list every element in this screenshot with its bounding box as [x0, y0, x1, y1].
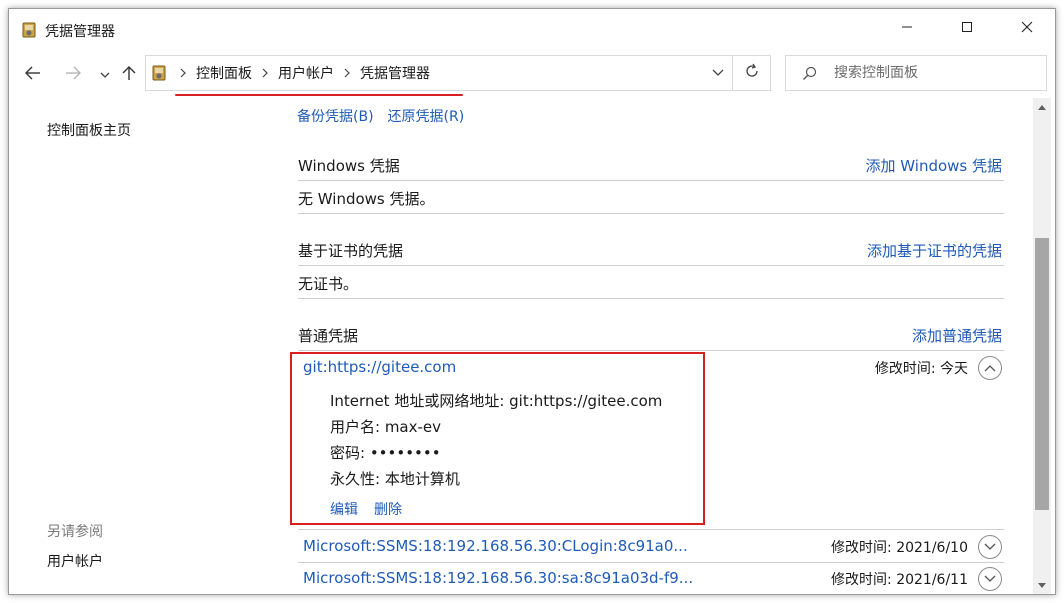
window-title: 凭据管理器 [45, 24, 115, 40]
recent-locations-button[interactable] [93, 63, 117, 87]
no-windows-credentials-text: 无 Windows 凭据。 [298, 190, 435, 208]
add-windows-credential-link[interactable]: 添加 Windows 凭据 [866, 155, 1003, 176]
credential-modified-time: 修改时间: 今天 [874, 361, 968, 377]
chevron-down-icon [984, 571, 996, 587]
divider [298, 213, 1004, 214]
add-generic-credential-link[interactable]: 添加普通凭据 [912, 325, 1002, 346]
breadcrumb-control-panel[interactable]: 控制面板 [194, 63, 254, 83]
back-button[interactable] [21, 63, 45, 87]
credential-manager-icon [22, 22, 36, 38]
certificate-credentials-heading: 基于证书的凭据 [298, 242, 404, 260]
refresh-icon [744, 63, 760, 83]
chevron-up-icon [984, 360, 996, 376]
add-certificate-credential-link[interactable]: 添加基于证书的凭据 [867, 240, 1002, 261]
no-certificates-text: 无证书。 [298, 275, 359, 293]
credential-modified-time: 修改时间: 2021/6/10 [831, 540, 968, 556]
backup-restore-links: 备份凭据(B) 还原凭据(R) [297, 106, 464, 126]
close-icon [1021, 21, 1033, 37]
divider [298, 265, 1004, 266]
credential-item-ssms-sa[interactable]: Microsoft:SSMS:18:192.168.56.30:sa:8c91a… [298, 563, 1004, 594]
divider [298, 350, 1004, 351]
credential-modified-time: 修改时间: 2021/6/11 [831, 572, 968, 588]
breadcrumb-user-accounts[interactable]: 用户帐户 [276, 63, 336, 83]
credential-manager-window: 凭据管理器 控制面板 用户帐户 凭据管理器 搜索控制面板 控制面板主页 另请参阅… [8, 8, 1056, 595]
divider [298, 298, 1004, 299]
scrollbar-thumb[interactable] [1035, 238, 1049, 510]
maximize-icon [961, 21, 973, 37]
restore-credentials-link[interactable]: 还原凭据(R) [388, 106, 465, 126]
vertical-scrollbar[interactable] [1033, 98, 1051, 594]
expand-button[interactable] [978, 535, 1002, 559]
forward-button[interactable] [61, 63, 85, 87]
minimize-button[interactable] [877, 9, 937, 49]
search-box [785, 55, 1047, 91]
back-arrow-icon [24, 66, 42, 84]
generic-credentials-heading: 普通凭据 [298, 327, 359, 345]
annotation-highlight-box [290, 352, 705, 525]
breadcrumb-credential-manager[interactable]: 凭据管理器 [358, 63, 432, 83]
collapse-button[interactable] [978, 356, 1002, 380]
minimize-icon [901, 21, 913, 37]
divider [298, 180, 1004, 181]
refresh-button[interactable] [733, 55, 771, 91]
credential-name[interactable]: Microsoft:SSMS:18:192.168.56.30:CLogin:8… [303, 537, 688, 555]
scroll-up-icon[interactable] [1033, 98, 1051, 116]
up-button[interactable] [117, 63, 141, 87]
windows-credentials-heading: Windows 凭据 [298, 157, 400, 175]
see-also-heading: 另请参阅 [47, 524, 103, 540]
chevron-down-icon [984, 539, 996, 555]
annotation-underline [175, 94, 463, 96]
credential-name[interactable]: Microsoft:SSMS:18:192.168.56.30:sa:8c91a… [303, 569, 693, 587]
search-icon [802, 66, 818, 82]
credential-manager-icon [152, 65, 166, 81]
title-bar: 凭据管理器 [9, 9, 1055, 49]
scroll-down-icon[interactable] [1033, 577, 1051, 594]
expand-button[interactable] [978, 567, 1002, 591]
chevron-down-icon[interactable] [710, 65, 726, 81]
chevron-right-icon[interactable] [254, 68, 276, 78]
backup-credentials-link[interactable]: 备份凭据(B) [297, 106, 374, 126]
divider [298, 529, 1004, 530]
address-bar[interactable]: 控制面板 用户帐户 凭据管理器 [145, 55, 733, 91]
up-arrow-icon [122, 65, 136, 85]
control-panel-home-link[interactable]: 控制面板主页 [47, 120, 131, 140]
chevron-down-icon [100, 67, 110, 83]
chevron-right-icon[interactable] [172, 68, 194, 78]
user-accounts-link[interactable]: 用户帐户 [47, 551, 103, 571]
search-input[interactable] [834, 62, 1034, 84]
forward-arrow-icon [64, 66, 82, 84]
breadcrumb: 控制面板 用户帐户 凭据管理器 [172, 56, 432, 90]
chevron-right-icon[interactable] [336, 68, 358, 78]
close-button[interactable] [997, 9, 1055, 49]
credential-item-ssms-clogin[interactable]: Microsoft:SSMS:18:192.168.56.30:CLogin:8… [298, 531, 1004, 563]
maximize-button[interactable] [937, 9, 997, 49]
